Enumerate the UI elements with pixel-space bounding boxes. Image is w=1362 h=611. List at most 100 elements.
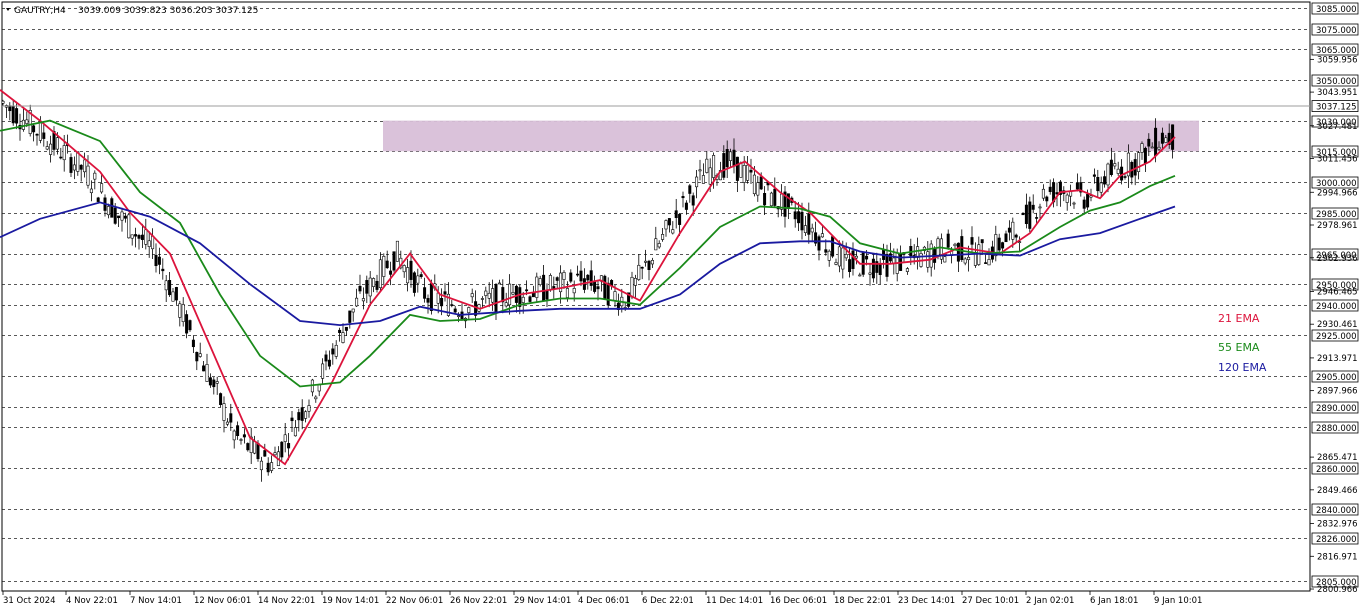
candle-body <box>429 283 433 311</box>
candle-body <box>242 434 246 438</box>
price-chart[interactable]: 3085.0003075.0003065.0003050.0003030.000… <box>0 0 1362 611</box>
candle-body <box>270 462 274 471</box>
candle-body <box>334 344 338 357</box>
time-label: 12 Nov 06:01 <box>194 596 251 606</box>
candle-body <box>395 240 399 262</box>
candle-body <box>470 293 474 298</box>
candle-body <box>1120 166 1124 181</box>
candle-body <box>531 292 535 298</box>
candle-body <box>157 256 161 265</box>
price-tick-label: 2962.936 <box>1317 254 1358 264</box>
candle-body <box>1099 182 1103 193</box>
price-tick-label: 2930.461 <box>1317 320 1358 330</box>
candle-body <box>123 215 127 219</box>
candle-body <box>1048 186 1052 192</box>
candle-body <box>943 256 947 263</box>
candle-body <box>191 339 195 348</box>
candle-body <box>253 441 257 454</box>
candle-body <box>752 174 756 195</box>
price-tick-label: 3027.481 <box>1317 122 1358 132</box>
candle-body <box>763 193 767 206</box>
level-label: 2940.000 <box>1316 302 1357 312</box>
candle-body <box>729 151 733 161</box>
candle-body <box>858 274 862 277</box>
candle-body <box>967 256 971 261</box>
candle-body <box>1123 176 1127 178</box>
candle-body <box>732 149 736 167</box>
candle-body <box>293 427 297 437</box>
candle-body <box>304 411 308 419</box>
candle-body <box>1140 143 1144 153</box>
candle-body <box>984 262 988 264</box>
level-label: 3075.000 <box>1316 26 1357 36</box>
candle-body <box>198 353 202 357</box>
candle-body <box>868 272 872 275</box>
candle-body <box>701 175 705 184</box>
price-tick-label: 2865.471 <box>1317 453 1358 463</box>
candle-body <box>511 292 515 295</box>
candle-body <box>307 405 311 412</box>
level-label: 3085.000 <box>1316 5 1357 15</box>
legend-label: 55 EMA <box>1218 341 1260 354</box>
candle-body <box>62 145 66 161</box>
candle-body <box>1103 176 1107 185</box>
candle-body <box>361 298 365 302</box>
candle-body <box>953 243 957 247</box>
candle-body <box>548 275 552 290</box>
candle-body <box>188 320 192 331</box>
candle-body <box>695 176 699 188</box>
candle-body <box>127 214 131 239</box>
candle-body <box>273 452 277 456</box>
candle-body <box>542 274 546 301</box>
price-axis[interactable]: 3085.0003075.0003065.0003050.0003030.000… <box>1310 2 1359 595</box>
candle-body <box>684 202 688 210</box>
price-tick-label: 2978.961 <box>1317 221 1358 231</box>
candle-body <box>100 183 104 193</box>
candle-body <box>1082 199 1086 209</box>
candle-body <box>637 264 641 280</box>
candle-body <box>977 244 981 265</box>
time-label: 14 Nov 22:01 <box>258 596 315 606</box>
candle-body <box>338 329 342 333</box>
time-axis[interactable]: 31 Oct 2024 4 Nov 22:01 7 Nov 14:01 12 Nov … <box>2 591 1202 606</box>
candle-body <box>392 251 396 271</box>
candle-body <box>1011 221 1015 240</box>
candle-body <box>89 188 93 194</box>
candle-body <box>351 308 355 313</box>
candle-body <box>117 215 121 219</box>
candle-body <box>824 249 828 253</box>
candle-body <box>572 288 576 294</box>
candle-body <box>1031 204 1035 210</box>
candle-body <box>504 302 508 307</box>
resistance-zone <box>383 120 1199 152</box>
price-tick-label: 2832.976 <box>1317 520 1358 530</box>
candle-body <box>134 234 138 237</box>
candle-body <box>1089 195 1093 198</box>
candle-body <box>854 255 858 259</box>
candle-body <box>484 290 488 296</box>
candle-body <box>698 169 702 172</box>
candle-body <box>1072 202 1076 205</box>
candle-body <box>181 304 185 323</box>
level-label: 3050.000 <box>1316 77 1357 87</box>
candle-body <box>195 351 199 362</box>
candle-body <box>45 146 49 150</box>
candle-body <box>327 359 331 367</box>
candle-body <box>69 157 73 173</box>
candle-body <box>450 304 454 306</box>
ohlc-readout: 3039.009 3039.823 3036.203 3037.125 <box>78 6 258 16</box>
time-label: 26 Nov 22:01 <box>450 596 507 606</box>
candle-body <box>691 195 695 206</box>
candle-body <box>25 119 29 124</box>
candle-body <box>1035 217 1039 219</box>
candle-body <box>300 407 304 421</box>
candle-body <box>280 441 284 458</box>
candle-body <box>1028 201 1032 229</box>
candle-body <box>331 348 335 355</box>
candle-body <box>650 260 654 265</box>
candle-body <box>79 164 83 170</box>
candle-body <box>633 277 637 286</box>
candle-body <box>32 125 36 133</box>
candle-body <box>409 260 413 280</box>
candle-body <box>871 258 875 279</box>
